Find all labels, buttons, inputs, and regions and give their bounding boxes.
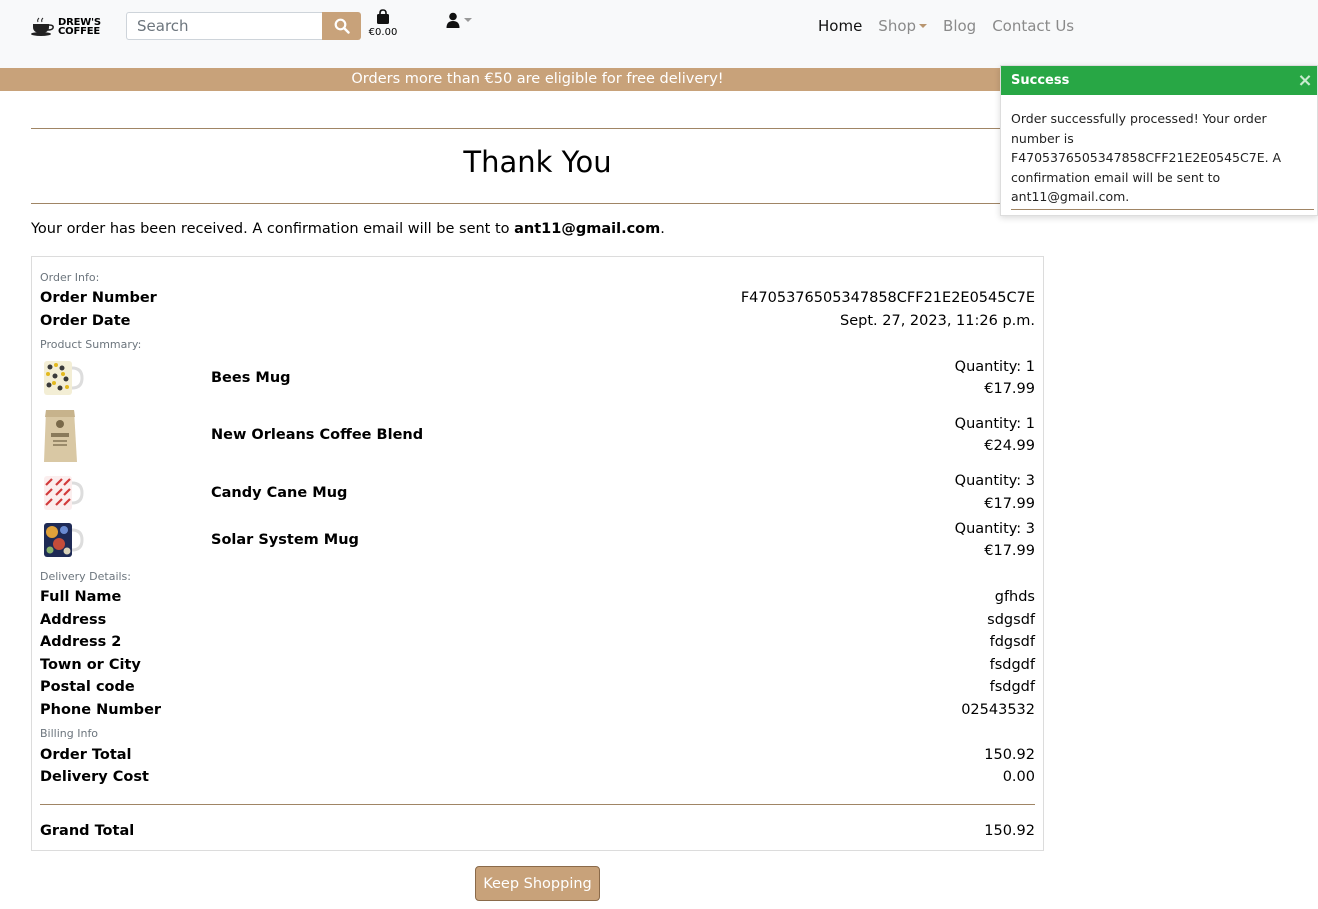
product-image-coffee-bag (44, 410, 77, 462)
product-price: €17.99 (984, 543, 1035, 559)
close-icon[interactable]: × (1297, 66, 1313, 95)
search-form (126, 12, 361, 40)
account-menu-toggle[interactable] (446, 10, 480, 30)
product-quantity: Quantity: 1 (954, 416, 1035, 432)
nav-home[interactable]: Home (818, 17, 862, 35)
town-label: Town or City (40, 657, 141, 673)
postal-code-label: Postal code (40, 679, 135, 695)
address2-label: Address 2 (40, 634, 122, 650)
address2-value: fdgsdf (989, 634, 1035, 650)
order-summary-card: Order Info: Order Number F47053765053478… (31, 256, 1044, 851)
section-label-delivery-details: Delivery Details: (40, 570, 131, 583)
full-name-value: gfhds (994, 589, 1035, 605)
address-value: sdgsdf (987, 612, 1035, 628)
phone-value: 02543532 (961, 702, 1035, 718)
order-date-value: Sept. 27, 2023, 11:26 p.m. (840, 313, 1035, 329)
search-button[interactable] (322, 12, 361, 40)
nav-shop-label: Shop (878, 17, 917, 35)
intro-suffix: . (660, 221, 665, 237)
site-logo[interactable]: DREW'S COFFEE (31, 14, 101, 40)
user-icon (446, 12, 460, 28)
banner-text: Orders more than €50 are eligible for fr… (351, 71, 724, 87)
coffee-cup-icon (31, 17, 54, 36)
main-nav: Home Shop Blog Contact Us (818, 17, 1074, 35)
intro-text: Your order has been received. A confirma… (31, 221, 515, 237)
section-label-billing-info: Billing Info (40, 727, 99, 740)
search-icon (334, 18, 350, 34)
logo-line2: COFFEE (58, 26, 100, 37)
divider (31, 203, 1044, 204)
product-quantity: Quantity: 1 (954, 359, 1035, 375)
shopping-bag-link[interactable]: €0.00 (368, 9, 398, 45)
town-value: fsdgdf (989, 657, 1035, 673)
order-total-label: Order Total (40, 747, 132, 763)
product-name: Bees Mug (211, 370, 291, 386)
delivery-cost-value: 0.00 (1002, 769, 1035, 785)
product-image-candy-cane-mug (44, 476, 84, 510)
confirmation-email: ant11@gmail.com (514, 221, 661, 237)
page-title: Thank You (463, 145, 612, 179)
chevron-down-icon (464, 18, 472, 22)
divider (40, 804, 1035, 805)
chevron-down-icon (919, 24, 928, 28)
order-total-value: 150.92 (984, 747, 1035, 763)
order-number-label: Order Number (40, 290, 157, 306)
divider (1011, 208, 1314, 210)
divider (31, 128, 1044, 129)
postal-code-value: fsdgdf (989, 679, 1035, 695)
product-quantity: Quantity: 3 (954, 473, 1035, 489)
order-date-label: Order Date (40, 313, 131, 329)
section-label-product-summary: Product Summary: (40, 338, 142, 351)
phone-label: Phone Number (40, 702, 162, 718)
shopping-bag-icon (377, 9, 389, 24)
product-quantity: Quantity: 3 (954, 521, 1035, 537)
success-toast: Success × Order successfully processed! … (1000, 65, 1318, 216)
address-label: Address (40, 612, 107, 628)
search-input[interactable] (126, 12, 322, 40)
nav-contact[interactable]: Contact Us (992, 17, 1074, 35)
product-image-bees-mug (44, 361, 84, 395)
section-label-order-info: Order Info: (40, 271, 100, 284)
grand-total-label: Grand Total (40, 823, 135, 839)
nav-blog[interactable]: Blog (943, 17, 976, 35)
full-name-label: Full Name (40, 589, 122, 605)
toast-message: Order successfully processed! Your order… (1011, 111, 1282, 204)
toast-title: Success (1011, 73, 1070, 88)
product-price: €17.99 (984, 496, 1035, 512)
product-image-solar-system-mug (44, 523, 84, 557)
product-price: €24.99 (984, 438, 1035, 454)
site-header: DREW'S COFFEE €0.00 Home Shop Blog Conta… (0, 0, 1318, 68)
product-price: €17.99 (984, 381, 1035, 397)
grand-total-value: 150.92 (984, 823, 1035, 839)
order-received-message: Your order has been received. A confirma… (31, 221, 665, 237)
bag-total: €0.00 (368, 27, 398, 38)
nav-shop[interactable]: Shop (878, 17, 928, 35)
keep-shopping-button[interactable]: Keep Shopping (475, 866, 600, 901)
product-name: Solar System Mug (211, 532, 359, 548)
toast-header: Success × (1001, 66, 1317, 95)
delivery-cost-label: Delivery Cost (40, 769, 149, 785)
product-name: New Orleans Coffee Blend (211, 427, 424, 443)
order-number-value: F4705376505347858CFF21E2E0545C7E (740, 290, 1035, 306)
product-name: Candy Cane Mug (211, 485, 348, 501)
